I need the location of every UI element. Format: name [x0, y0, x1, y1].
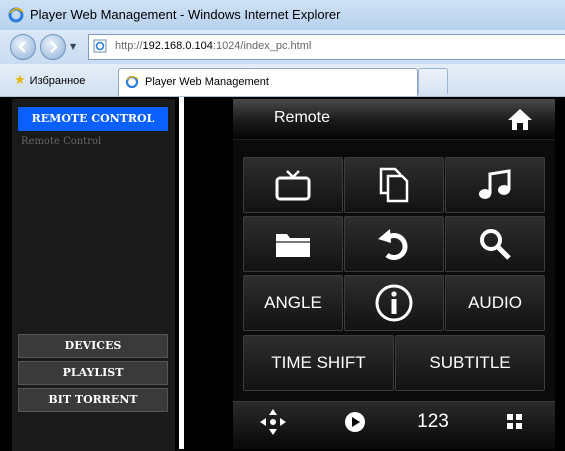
remote-header: Remote	[233, 99, 555, 140]
page-icon	[93, 39, 107, 53]
ie-logo-icon	[8, 7, 24, 23]
sidebar-item-playlist[interactable]: PLAYLIST	[18, 361, 168, 385]
dpad-icon	[260, 409, 286, 435]
url-host: 192.168.0.104	[142, 40, 213, 52]
remote-title: Remote	[274, 109, 331, 126]
arrow-right-icon	[50, 41, 58, 53]
remote-panel: Remote ANGLE AUDIO TIME SHIFT SUBTITLE 1…	[233, 99, 555, 449]
time-shift-button[interactable]: TIME SHIFT	[243, 335, 394, 391]
window-title: Player Web Management - Windows Internet…	[30, 7, 341, 22]
url-text[interactable]: http://192.168.0.104:1024/index_pc.html	[115, 40, 311, 52]
tab-bar: ★ Избранное Player Web Management	[0, 64, 565, 97]
numpad-button[interactable]: 123	[408, 402, 458, 442]
music-button[interactable]	[445, 157, 545, 213]
back-button[interactable]	[10, 34, 36, 60]
search-button[interactable]	[445, 216, 545, 272]
copy-icon	[379, 167, 409, 203]
search-icon	[480, 229, 511, 260]
play-button[interactable]	[335, 402, 375, 442]
menu-grid-button[interactable]	[495, 402, 535, 442]
tab-label: Player Web Management	[145, 76, 269, 88]
arrow-left-icon	[18, 41, 26, 53]
favorites-button[interactable]: ★ Избранное	[14, 72, 85, 88]
audio-button[interactable]: AUDIO	[445, 275, 545, 331]
info-button[interactable]	[344, 275, 444, 331]
new-tab-button[interactable]	[418, 68, 448, 94]
tab-player-web-management[interactable]: Player Web Management	[118, 68, 418, 96]
subtitle-button[interactable]: SUBTITLE	[395, 335, 545, 391]
sidebar-item-devices[interactable]: DEVICES	[18, 334, 168, 358]
copy-button[interactable]	[344, 157, 444, 213]
info-icon	[375, 284, 413, 322]
return-button[interactable]	[344, 216, 444, 272]
address-bar[interactable]: http://192.168.0.104:1024/index_pc.html	[88, 34, 565, 60]
angle-button[interactable]: ANGLE	[243, 275, 343, 331]
music-note-icon	[479, 169, 511, 199]
rotate-back-icon	[378, 229, 408, 261]
panel-divider	[179, 97, 184, 449]
sidebar: REMOTE CONTROL Remote Control DEVICES PL…	[12, 99, 175, 451]
navigation-pad-button[interactable]	[253, 402, 293, 442]
home-icon[interactable]	[506, 107, 534, 131]
url-prefix: http://	[115, 40, 143, 52]
url-rest: :1024/index_pc.html	[212, 40, 312, 52]
remote-bottom-bar: 123	[233, 401, 555, 442]
folder-icon	[276, 234, 310, 257]
star-icon: ★	[14, 72, 26, 87]
ie-page-icon	[125, 75, 139, 89]
sidebar-item-remote-control[interactable]: REMOTE CONTROL	[18, 107, 168, 131]
grid-icon	[507, 414, 522, 429]
favorites-label: Избранное	[29, 75, 86, 87]
window-titlebar: Player Web Management - Windows Internet…	[0, 0, 565, 31]
sidebar-subitem-remote-control[interactable]: Remote Control	[21, 136, 101, 147]
tv-icon	[275, 170, 311, 201]
page-content: REMOTE CONTROL Remote Control DEVICES PL…	[0, 97, 565, 451]
navigation-bar: ▼ http://192.168.0.104:1024/index_pc.htm…	[0, 30, 565, 64]
tv-button[interactable]	[243, 157, 343, 213]
folder-button[interactable]	[243, 216, 343, 272]
history-dropdown-icon[interactable]: ▼	[70, 42, 76, 51]
play-icon	[345, 412, 365, 432]
forward-button[interactable]	[40, 34, 66, 60]
sidebar-item-bit-torrent[interactable]: BIT TORRENT	[18, 388, 168, 412]
